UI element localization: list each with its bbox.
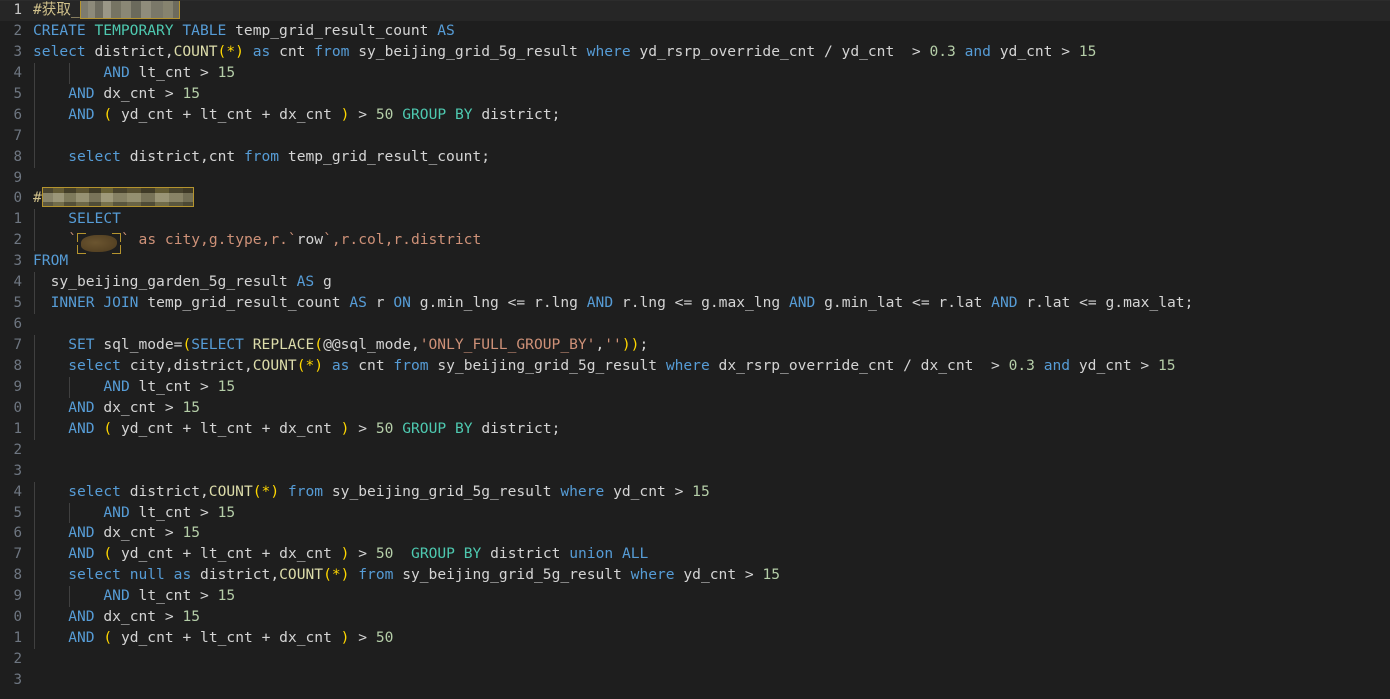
code-line-content[interactable]: # (33, 187, 194, 209)
line-number: 0 (13, 609, 22, 626)
code-line[interactable]: 8 select null as district,COUNT(*) from … (0, 565, 1390, 587)
line-number: 3 (13, 43, 22, 60)
line-number: 1 (13, 2, 22, 18)
indent-guide (34, 125, 35, 147)
line-number: 7 (13, 546, 22, 563)
code-line[interactable]: 3 (0, 461, 1390, 482)
code-line[interactable]: 4 AND lt_cnt > 15 (0, 62, 1390, 84)
code-line-content[interactable]: select district,COUNT(*) as cnt from sy_… (33, 42, 1096, 63)
code-line-content[interactable]: AND lt_cnt > 15 (33, 377, 235, 398)
code-line[interactable]: 0 # (0, 187, 1390, 209)
code-line[interactable]: 9 AND lt_cnt > 15 (0, 376, 1390, 398)
code-line[interactable]: 5 INNER JOIN temp_grid_result_count AS r… (0, 293, 1390, 315)
code-line-content[interactable]: INNER JOIN temp_grid_result_count AS r O… (33, 293, 1194, 314)
code-line[interactable]: 8 select city,district,COUNT(*) as cnt f… (0, 355, 1390, 377)
code-line[interactable]: 8 select district,cnt from temp_grid_res… (0, 146, 1390, 168)
code-line-content[interactable]: FROM (33, 251, 68, 272)
code-line[interactable]: 1 AND ( yd_cnt + lt_cnt + dx_cnt ) > 50 (0, 628, 1390, 650)
line-number: 7 (13, 337, 22, 353)
code-line[interactable]: 5 AND lt_cnt > 15 (0, 502, 1390, 524)
code-line[interactable]: 3 FROM (0, 251, 1390, 272)
redacted-text-block (79, 0, 180, 19)
code-line[interactable]: 3 (0, 670, 1390, 691)
code-line-content[interactable]: AND dx_cnt > 15 (33, 523, 200, 544)
line-number: 9 (13, 378, 22, 395)
code-line[interactable]: 1 #获取_ (0, 0, 1390, 21)
line-number: 8 (13, 567, 22, 584)
code-line-content[interactable]: AND lt_cnt > 15 (33, 503, 235, 524)
code-line[interactable]: 9 AND lt_cnt > 15 (0, 586, 1390, 608)
code-line-content[interactable]: SELECT (33, 209, 121, 230)
line-number: 8 (13, 357, 22, 374)
code-line[interactable]: 6 AND ( yd_cnt + lt_cnt + dx_cnt ) > 50 … (0, 104, 1390, 126)
line-number: 8 (13, 148, 22, 165)
code-line[interactable]: 7 (0, 125, 1390, 147)
code-line-content[interactable]: AND dx_cnt > 15 (33, 398, 200, 419)
code-line[interactable]: 6 AND dx_cnt > 15 (0, 523, 1390, 545)
code-line-content[interactable]: sy_beijing_garden_5g_result AS g (33, 272, 332, 293)
code-line-content[interactable]: AND ( yd_cnt + lt_cnt + dx_cnt ) > 50 GR… (33, 544, 648, 565)
line-number: 4 (13, 64, 22, 81)
code-line-content[interactable]: AND lt_cnt > 15 (33, 63, 235, 84)
line-number: 7 (13, 127, 22, 144)
code-line-content[interactable]: AND lt_cnt > 15 (33, 586, 235, 607)
redacted-text-block (41, 187, 194, 208)
line-number: 0 (13, 190, 22, 207)
line-number: 4 (13, 483, 22, 500)
line-number: 9 (13, 588, 22, 605)
code-line[interactable]: 4 sy_beijing_garden_5g_result AS g (0, 272, 1390, 294)
line-number: 5 (13, 85, 22, 102)
code-line[interactable]: 0 AND dx_cnt > 15 (0, 607, 1390, 629)
code-line[interactable]: 7 SET sql_mode=(SELECT REPLACE(@@sql_mod… (0, 335, 1390, 356)
code-line[interactable]: 4 select district,COUNT(*) from sy_beiji… (0, 481, 1390, 503)
code-editor[interactable]: 1 #获取_ 2 CREATE TEMPORARY TABLE temp_grid_r… (0, 0, 1390, 699)
line-number: 2 (13, 651, 22, 668)
line-number: 6 (13, 316, 22, 333)
code-line-content[interactable]: AND ( yd_cnt + lt_cnt + dx_cnt ) > 50 (33, 628, 393, 649)
code-line-content[interactable]: CREATE TEMPORARY TABLE temp_grid_result_… (33, 21, 455, 42)
code-line[interactable]: 1 AND ( yd_cnt + lt_cnt + dx_cnt ) > 50 … (0, 418, 1390, 440)
code-line[interactable]: 3 select district,COUNT(*) as cnt from sy… (0, 42, 1390, 63)
line-number: 2 (13, 22, 22, 39)
code-line[interactable]: 2 (0, 440, 1390, 461)
line-number: 1 (13, 420, 22, 437)
line-number: 3 (13, 672, 22, 688)
code-line-content[interactable]: AND ( yd_cnt + lt_cnt + dx_cnt ) > 50 GR… (33, 105, 560, 126)
line-number: 2 (13, 232, 22, 249)
code-line-content[interactable]: select null as district,COUNT(*) from sy… (33, 565, 780, 586)
line-number: 1 (13, 211, 22, 228)
line-number: 6 (13, 106, 22, 123)
code-line-content[interactable]: SET sql_mode=(SELECT REPLACE(@@sql_mode,… (33, 335, 648, 356)
code-line[interactable]: 5 AND dx_cnt > 15 (0, 83, 1390, 105)
code-line-content[interactable]: ` ` as city,g.type,r.`row`,r.col,r.distri… (33, 230, 481, 255)
line-number: 3 (13, 253, 22, 270)
line-number: 3 (13, 462, 22, 479)
code-line[interactable]: 1 SELECT (0, 209, 1390, 231)
line-number: 2 (13, 441, 22, 458)
code-line[interactable]: 2 CREATE TEMPORARY TABLE temp_grid_result… (0, 21, 1390, 42)
code-line[interactable]: 6 (0, 314, 1390, 335)
line-number: 1 (13, 630, 22, 647)
code-line[interactable]: 2 (0, 649, 1390, 670)
code-line[interactable]: 0 AND dx_cnt > 15 (0, 397, 1390, 419)
code-line-content[interactable]: #获取_ (33, 0, 180, 21)
code-line-content[interactable]: select district,COUNT(*) from sy_beijing… (33, 482, 710, 503)
line-number: 0 (13, 399, 22, 416)
line-number: 9 (13, 169, 22, 186)
line-number: 5 (13, 295, 22, 312)
code-line-content[interactable]: select city,district,COUNT(*) as cnt fro… (33, 356, 1175, 377)
code-line-content[interactable]: AND dx_cnt > 15 (33, 607, 200, 628)
code-line[interactable]: 2 ` ` as city,g.type,r.`row`,r.col,r.dist… (0, 230, 1390, 255)
code-line[interactable]: 7 AND ( yd_cnt + lt_cnt + dx_cnt ) > 50 … (0, 544, 1390, 566)
code-line-content[interactable]: AND dx_cnt > 15 (33, 84, 200, 105)
code-line[interactable]: 9 (0, 168, 1390, 189)
code-line-content[interactable]: AND ( yd_cnt + lt_cnt + dx_cnt ) > 50 GR… (33, 419, 560, 440)
line-number: 5 (13, 504, 22, 521)
line-number: 4 (13, 274, 22, 291)
line-number: 6 (13, 525, 22, 542)
code-line-content[interactable]: select district,cnt from temp_grid_resul… (33, 147, 490, 168)
